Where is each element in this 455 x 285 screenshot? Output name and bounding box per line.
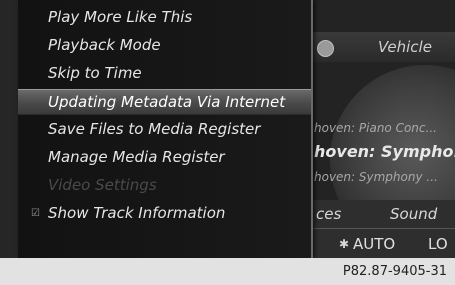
menu-item-label: Show Track Information <box>48 204 226 222</box>
display-screen: Vehicle hoven: Piano Conc... hoven: Symp… <box>0 0 455 258</box>
menu-item-label: Playback Mode <box>48 36 161 54</box>
menu-item-updating-metadata[interactable]: Updating Metadata Via Internet <box>18 89 311 115</box>
media-background-panel: Vehicle hoven: Piano Conc... hoven: Symp… <box>300 0 455 258</box>
climate-auto-label: AUTO <box>353 235 396 253</box>
figure-reference-code: P82.87-9405-31 <box>342 264 447 279</box>
checkbox-checked-icon: ☑ <box>31 208 40 219</box>
menu-item-video-settings: Video Settings <box>18 173 311 199</box>
track-title-previous: hoven: Piano Conc... <box>314 121 437 135</box>
menu-item-label: Play More Like This <box>48 8 193 26</box>
menu-item-play-more-like-this[interactable]: Play More Like This <box>18 5 311 31</box>
menu-item-label: Manage Media Register <box>48 148 225 166</box>
services-menu-label[interactable]: ces <box>316 205 341 223</box>
climate-divider <box>300 228 455 229</box>
menu-item-playback-mode[interactable]: Playback Mode <box>18 33 311 59</box>
climate-level-label: LO <box>428 235 448 253</box>
menu-item-label: Updating Metadata Via Internet <box>48 93 286 111</box>
vehicle-menu-label[interactable]: Vehicle <box>378 38 432 56</box>
track-title-current: hoven: Sympho... <box>314 142 455 161</box>
reference-bar: P82.87-9405-31 <box>0 258 455 285</box>
sound-menu-label[interactable]: Sound <box>390 205 437 223</box>
menu-item-save-files[interactable]: Save Files to Media Register <box>18 117 311 143</box>
track-title-next: hoven: Symphony ... <box>314 170 438 184</box>
fan-icon: ✱ <box>339 237 350 251</box>
menu-item-skip-to-time[interactable]: Skip to Time <box>18 61 311 87</box>
menu-item-label: Skip to Time <box>48 64 142 82</box>
menu-item-label: Video Settings <box>48 176 157 194</box>
background-left-edge <box>0 0 18 258</box>
globe-icon <box>317 40 334 57</box>
menu-item-label: Save Files to Media Register <box>48 120 261 138</box>
menu-item-show-track-information[interactable]: ☑ Show Track Information <box>18 201 311 227</box>
menu-item-manage-media-register[interactable]: Manage Media Register <box>18 145 311 171</box>
options-menu: Play More Like This Playback Mode Skip t… <box>18 0 313 258</box>
